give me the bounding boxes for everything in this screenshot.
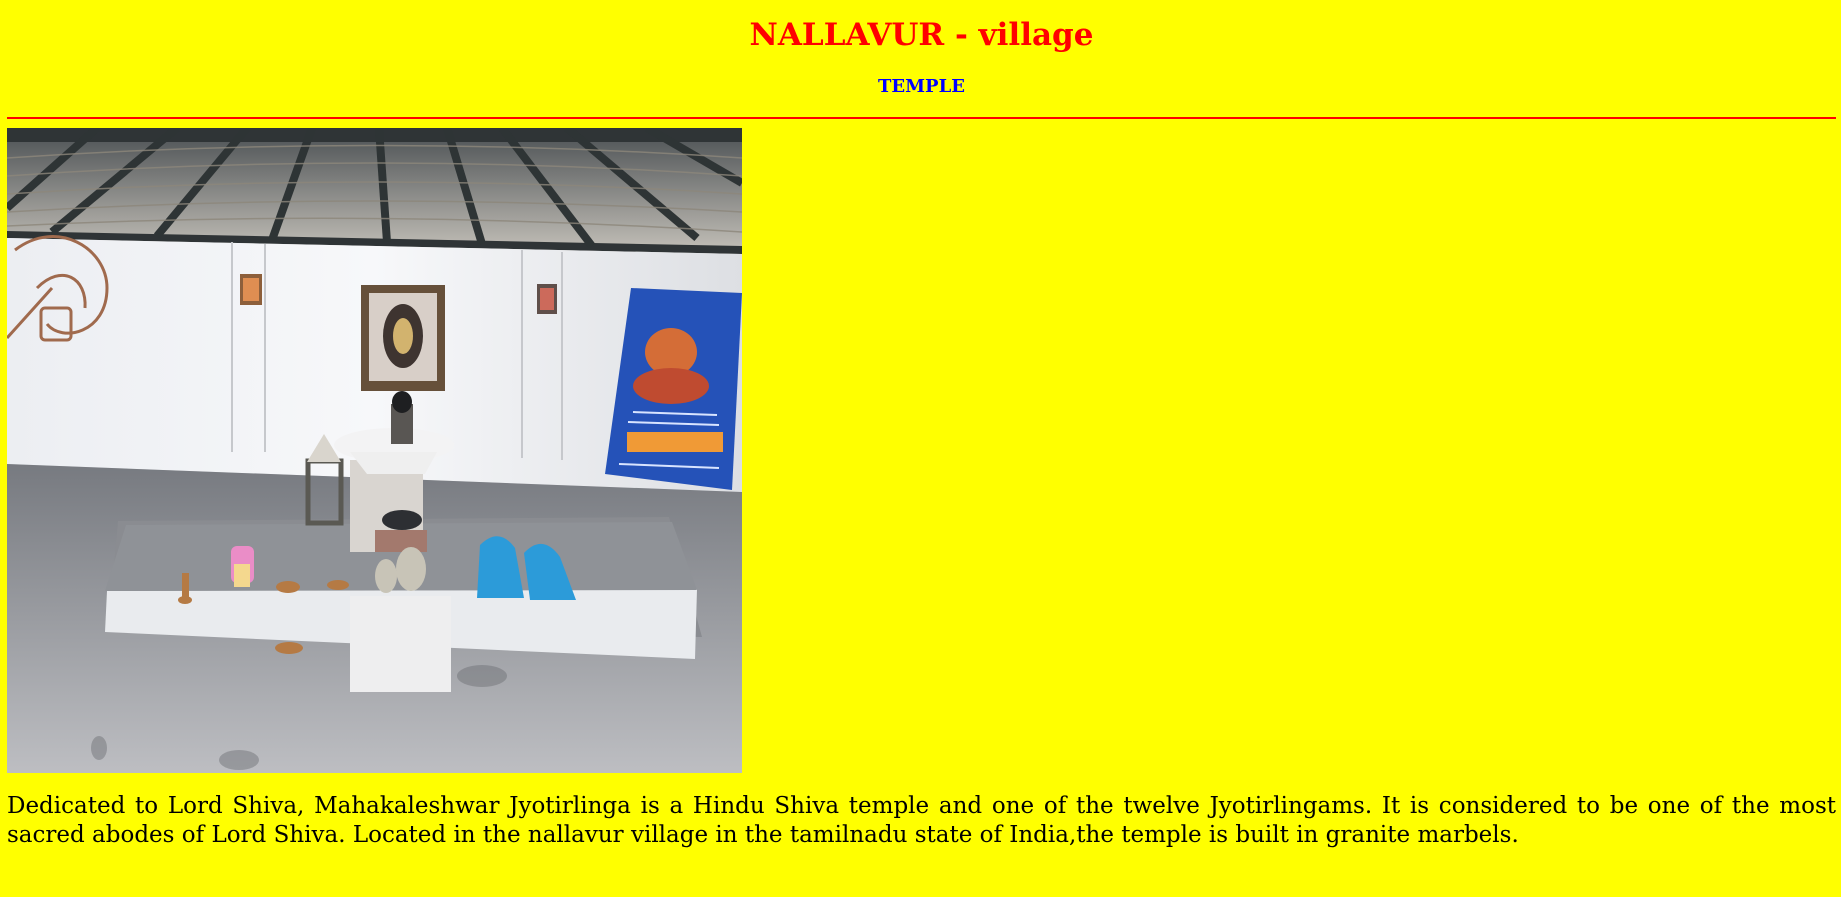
page-title: NALLAVUR - village	[749, 17, 1094, 53]
temple-photo	[7, 128, 742, 773]
description-paragraph: Dedicated to Lord Shiva, Mahakaleshwar J…	[7, 793, 1836, 848]
page-subtitle: TEMPLE	[878, 76, 965, 97]
horizontal-divider	[7, 117, 1836, 119]
